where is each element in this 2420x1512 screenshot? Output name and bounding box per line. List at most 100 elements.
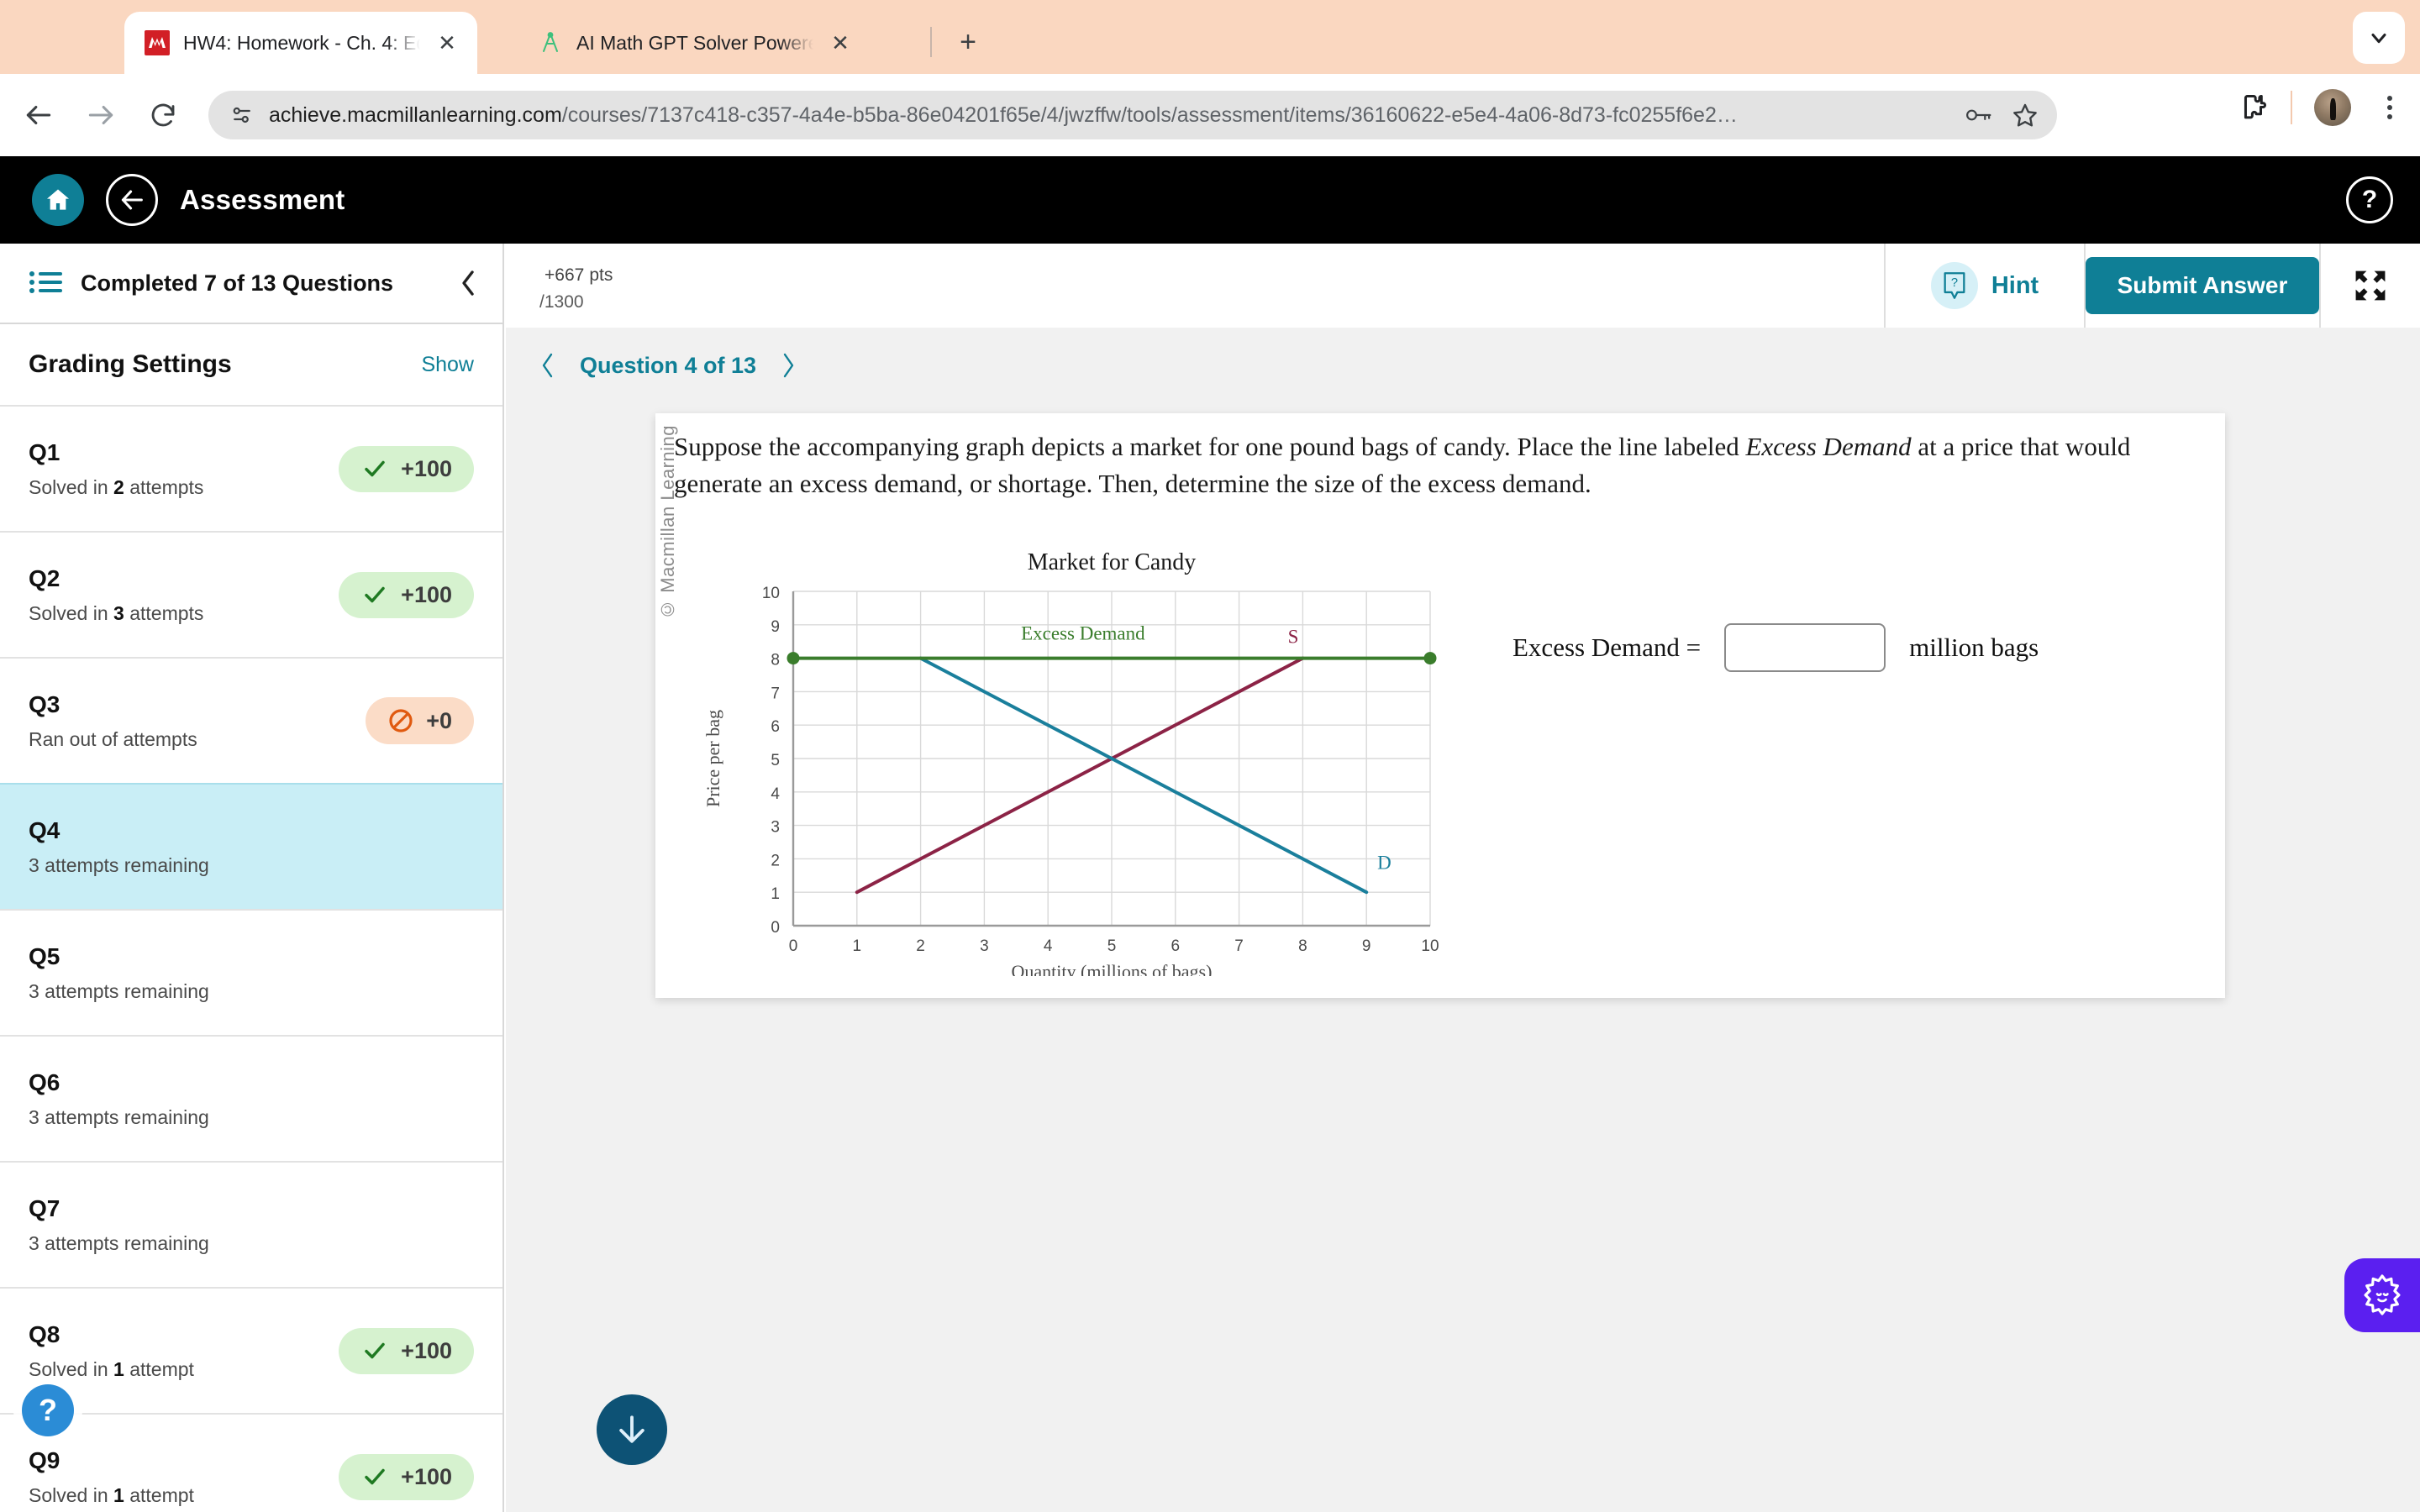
chrome-menu-icon[interactable] bbox=[2373, 96, 2407, 119]
back-button[interactable] bbox=[15, 92, 62, 139]
scroll-down-button[interactable] bbox=[597, 1394, 667, 1465]
extensions-puzzle-icon[interactable] bbox=[2237, 92, 2269, 123]
browser-tab-title: HW4: Homework - Ch. 4: Equ bbox=[183, 31, 420, 54]
grading-settings-title: Grading Settings bbox=[29, 350, 232, 378]
close-icon[interactable]: ✕ bbox=[432, 28, 462, 58]
site-settings-icon[interactable] bbox=[227, 100, 257, 130]
tab-divider bbox=[930, 27, 932, 57]
question-navigation: Question 4 of 13 bbox=[506, 328, 2420, 403]
question-item-status: Solved in 2 attempts bbox=[29, 475, 204, 498]
question-item-text: Q5 3 attempts remaining bbox=[29, 943, 474, 1003]
chevron-left-icon[interactable] bbox=[459, 269, 477, 297]
question-item-text: Q3 Ran out of attempts bbox=[29, 691, 366, 751]
submit-answer-button[interactable]: Submit Answer bbox=[2086, 257, 2319, 314]
check-icon bbox=[360, 1464, 389, 1489]
help-button[interactable]: ? bbox=[2346, 176, 2393, 223]
question-item-status: Solved in 1 attempt bbox=[29, 1357, 194, 1380]
sidebar-item-q9[interactable]: Q9 Solved in 1 attempt +100 bbox=[0, 1413, 502, 1512]
status-badge-label: +100 bbox=[401, 455, 452, 481]
arrow-down-icon bbox=[613, 1411, 650, 1448]
address-bar[interactable]: achieve.macmillanlearning.com/courses/71… bbox=[208, 91, 2057, 139]
score-unit: pts bbox=[589, 265, 613, 285]
question-item-label: Q4 bbox=[29, 816, 60, 843]
chart-x-tick-label: 8 bbox=[1298, 937, 1307, 955]
toolbar-divider bbox=[2291, 91, 2292, 124]
fullscreen-button[interactable] bbox=[2319, 244, 2420, 328]
chevron-down-icon bbox=[2367, 26, 2391, 50]
tab-search-chevron-button[interactable] bbox=[2353, 12, 2405, 64]
sidebar-item-q3[interactable]: Q3 Ran out of attempts +0 bbox=[0, 657, 502, 783]
score-earned: +667 pts bbox=[539, 259, 613, 287]
home-button[interactable] bbox=[32, 174, 84, 226]
browser-tab-inactive[interactable]: AI Math GPT Solver Powered ✕ bbox=[518, 12, 871, 74]
browser-tab-active[interactable]: HW4: Homework - Ch. 4: Equ ✕ bbox=[124, 12, 477, 74]
chart-x-tick-label: 7 bbox=[1234, 937, 1244, 955]
chart-series-d bbox=[918, 656, 1369, 895]
excess-demand-input[interactable] bbox=[1724, 623, 1886, 672]
chart-y-tick-label: 2 bbox=[771, 852, 780, 869]
chart-svg[interactable]: Market for Candy 0 1 2 3 4 5 6 7 8 9 10 0 1 2 3 4 5 6 7 8 9 10… bbox=[691, 548, 1464, 976]
sidebar-item-q1[interactable]: Q1 Solved in 2 attempts +100 bbox=[0, 405, 502, 531]
app-back-button[interactable] bbox=[106, 174, 158, 226]
reload-button[interactable] bbox=[139, 92, 187, 139]
sidebar-item-q8[interactable]: Q8 Solved in 1 attempt +100 bbox=[0, 1287, 502, 1413]
next-question-button[interactable] bbox=[780, 352, 797, 379]
prev-question-button[interactable] bbox=[539, 352, 556, 379]
help-fab-button[interactable]: ? bbox=[22, 1384, 74, 1436]
address-bar-url: achieve.macmillanlearning.com/courses/71… bbox=[269, 102, 1738, 127]
question-item-label: Q6 bbox=[29, 1068, 60, 1095]
svg-text:?: ? bbox=[1951, 276, 1958, 290]
chart-x-axis-label: Quantity (millions of bags) bbox=[1012, 961, 1213, 976]
close-icon[interactable]: ✕ bbox=[825, 28, 855, 58]
question-item-status: 3 attempts remaining bbox=[29, 979, 209, 1002]
bookmark-star-icon[interactable] bbox=[2012, 102, 2039, 129]
new-tab-button[interactable]: + bbox=[950, 24, 986, 60]
question-card: © Macmillan Learning Suppose the accompa… bbox=[655, 413, 2225, 998]
sidebar-item-q5[interactable]: Q5 3 attempts remaining bbox=[0, 909, 502, 1035]
chart-drag-handle-left[interactable] bbox=[786, 652, 800, 665]
forward-button[interactable] bbox=[77, 92, 124, 139]
password-key-icon[interactable] bbox=[1965, 102, 1993, 128]
sidebar-progress-label: Completed 7 of 13 Questions bbox=[81, 270, 394, 296]
hint-button[interactable]: ? Hint bbox=[1884, 244, 2084, 328]
question-item-text: Q2 Solved in 3 attempts bbox=[29, 565, 339, 625]
score-total: /1300 bbox=[539, 292, 584, 312]
chart-x-tick-label: 10 bbox=[1421, 937, 1439, 955]
chart-series-s bbox=[855, 656, 1305, 895]
question-item-status: Ran out of attempts bbox=[29, 727, 197, 750]
question-item-label: Q8 bbox=[29, 1320, 60, 1347]
ai-assistant-button[interactable] bbox=[2344, 1258, 2420, 1332]
avatar[interactable] bbox=[2314, 89, 2351, 126]
question-item-status: Solved in 1 attempt bbox=[29, 1483, 194, 1506]
check-icon bbox=[360, 582, 389, 607]
chart-y-tick-label: 0 bbox=[771, 919, 780, 937]
chart-y-tick-label: 8 bbox=[771, 652, 780, 669]
status-badge: +100 bbox=[339, 571, 474, 618]
chart-y-tick-label: 5 bbox=[771, 752, 780, 769]
question-item-status: 3 attempts remaining bbox=[29, 853, 209, 876]
score-toolbar: +667 pts /1300 ? Hint Submit Answer bbox=[506, 244, 2420, 328]
score-block: +667 pts /1300 bbox=[506, 259, 613, 312]
sidebar-progress-header[interactable]: Completed 7 of 13 Questions bbox=[0, 244, 502, 324]
sidebar-question-list: Q1 Solved in 2 attempts +100 Q2 Solved in 3 … bbox=[0, 405, 502, 1512]
sidebar-item-q4[interactable]: Q4 3 attempts remaining bbox=[0, 783, 502, 909]
chart-y-axis-label: Price per bag bbox=[702, 710, 723, 807]
browser-toolbar: achieve.macmillanlearning.com/courses/71… bbox=[0, 74, 2420, 156]
chart-x-tick-label: 1 bbox=[853, 937, 862, 955]
question-item-label: Q2 bbox=[29, 564, 60, 591]
grading-settings-show-link[interactable]: Show bbox=[421, 353, 474, 377]
sidebar-item-q2[interactable]: Q2 Solved in 3 attempts +100 bbox=[0, 531, 502, 657]
compass-icon bbox=[536, 29, 565, 57]
market-for-candy-chart[interactable]: Market for Candy 0 1 2 3 4 5 6 7 8 9 10 0 1 2 3 4 5 6 7 8 9 10… bbox=[691, 548, 1464, 976]
chart-x-tick-label: 3 bbox=[980, 937, 989, 955]
answer-label: Excess Demand = bbox=[1512, 633, 1702, 662]
chart-drag-handle-right[interactable] bbox=[1423, 652, 1437, 665]
sidebar-item-q6[interactable]: Q6 3 attempts remaining bbox=[0, 1035, 502, 1161]
content-area: +667 pts /1300 ? Hint Submit Answer Ques… bbox=[506, 244, 2420, 1512]
score-value: +667 bbox=[544, 265, 585, 285]
browser-tab-title: AI Math GPT Solver Powered bbox=[576, 31, 813, 54]
answer-row: Excess Demand = million bags bbox=[1512, 623, 2039, 672]
question-item-label: Q9 bbox=[29, 1446, 60, 1473]
chart-y-tick-label: 6 bbox=[771, 718, 780, 736]
sidebar-item-q7[interactable]: Q7 3 attempts remaining bbox=[0, 1161, 502, 1287]
